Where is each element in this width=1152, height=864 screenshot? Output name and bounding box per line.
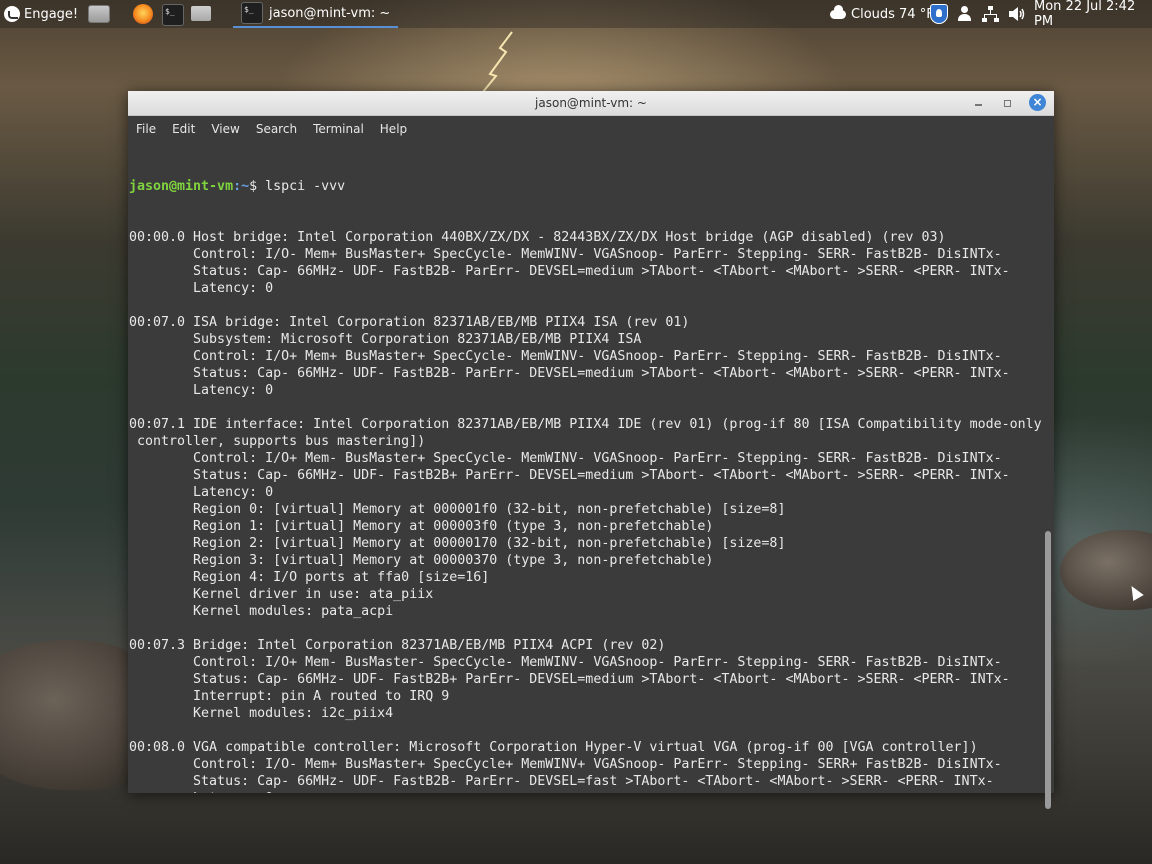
files-icon[interactable] <box>191 6 211 21</box>
close-button[interactable]: × <box>1029 94 1046 111</box>
terminal-output-line: Region 2: [virtual] Memory at 00000170 (… <box>129 536 786 551</box>
prompt-command: $ lspci -vvv <box>249 179 346 194</box>
terminal-output-line: Status: Cap- 66MHz- UDF- FastB2B+ ParErr… <box>129 468 1010 483</box>
menu-view[interactable]: View <box>203 122 247 136</box>
terminal-output-line: Control: I/O- Mem+ BusMaster+ SpecCycle+… <box>129 757 1002 772</box>
terminal-output-line: Subsystem: Microsoft Corporation 82371AB… <box>129 332 642 347</box>
terminal-output-line: controller, supports bus mastering]) <box>129 434 426 449</box>
terminal-output-line: 00:07.3 Bridge: Intel Corporation 82371A… <box>129 638 666 653</box>
terminal-output-line: Region 4: I/O ports at ffa0 [size=16] <box>129 570 490 585</box>
volume-icon[interactable] <box>1008 6 1026 22</box>
menu-file[interactable]: File <box>128 122 164 136</box>
terminal-menubar: File Edit View Search Terminal Help <box>128 116 1054 142</box>
user-icon[interactable] <box>957 6 971 22</box>
terminal-window: jason@mint-vm: ~ × File Edit View Search… <box>128 91 1054 809</box>
terminal-output-line: Control: I/O+ Mem- BusMaster+ SpecCycle-… <box>129 451 1002 466</box>
window-titlebar[interactable]: jason@mint-vm: ~ × <box>128 91 1054 116</box>
menu-terminal[interactable]: Terminal <box>305 122 372 136</box>
terminal-output-line: Status: Cap- 66MHz- UDF- FastB2B- ParErr… <box>129 366 1010 381</box>
terminal-output-line: Control: I/O+ Mem- BusMaster- SpecCycle-… <box>129 655 1002 670</box>
scrollbar-thumb[interactable] <box>1045 531 1051 809</box>
clock[interactable]: Mon 22 Jul 2:42 PM <box>1034 0 1152 29</box>
terminal-launcher-icon[interactable]: $_ <box>162 4 184 26</box>
cloud-icon <box>830 4 846 19</box>
terminal-output-line: Region 3: [virtual] Memory at 00000370 (… <box>129 553 714 568</box>
terminal-output-line: 00:08.0 VGA compatible controller: Micro… <box>129 740 978 755</box>
top-panel: Engage! $_ $_ jason@mint-vm: ~ Clouds 74… <box>0 0 1152 29</box>
terminal-output-line: 00:07.0 ISA bridge: Intel Corporation 82… <box>129 315 690 330</box>
main-menu-button[interactable]: Engage! <box>4 0 78 28</box>
terminal-output-line: Kernel driver in use: ata_piix <box>129 587 434 602</box>
mint-logo-icon <box>4 6 20 22</box>
menu-edit[interactable]: Edit <box>164 122 203 136</box>
weather-applet[interactable]: Clouds 74 °F <box>830 0 934 28</box>
terminal-output-line: Control: I/O- Mem+ BusMaster+ SpecCycle-… <box>129 247 1002 262</box>
terminal-output-line: Status: Cap- 66MHz- UDF- FastB2B+ ParErr… <box>129 672 1010 687</box>
terminal-output-line: Status: Cap- 66MHz- UDF- FastB2B- ParErr… <box>129 774 994 789</box>
terminal-output-line: 00:00.0 Host bridge: Intel Corporation 4… <box>129 230 946 245</box>
terminal-output-line: Status: Cap- 66MHz- UDF- FastB2B- ParErr… <box>129 264 1010 279</box>
prompt-user: jason@mint-vm <box>129 179 234 194</box>
firefox-icon[interactable] <box>133 4 153 24</box>
terminal-output-line: Control: I/O+ Mem+ BusMaster+ SpecCycle-… <box>129 349 1002 364</box>
taskbar-terminal-item[interactable]: $_ jason@mint-vm: ~ <box>233 0 398 28</box>
terminal-output-line: Latency: 0 <box>128 790 1042 793</box>
show-desktop-icon[interactable] <box>88 5 110 23</box>
menu-search[interactable]: Search <box>248 122 305 136</box>
shield-icon[interactable] <box>930 4 948 24</box>
terminal-output-line: Interrupt: pin A routed to IRQ 9 <box>129 689 450 704</box>
terminal-output-line: Latency: 0 <box>129 383 274 398</box>
terminal-output-line: Latency: 0 <box>129 281 274 296</box>
terminal-icon: $_ <box>241 2 263 24</box>
prompt-line: jason@mint-vm:~$ lspci -vvv <box>128 178 1042 195</box>
terminal-output[interactable]: jason@mint-vm:~$ lspci -vvv 00:00.0 Host… <box>128 144 1042 793</box>
maximize-button[interactable] <box>999 95 1015 111</box>
terminal-output-line: Region 0: [virtual] Memory at 000001f0 (… <box>129 502 786 517</box>
terminal-scrollbar[interactable] <box>1042 144 1054 809</box>
network-icon[interactable] <box>982 6 999 22</box>
menu-help[interactable]: Help <box>372 122 415 136</box>
minimize-button[interactable] <box>971 95 987 111</box>
prompt-path: :~ <box>233 179 250 194</box>
terminal-output-line: Region 1: [virtual] Memory at 000003f0 (… <box>129 519 714 534</box>
taskbar-terminal-label: jason@mint-vm: ~ <box>269 5 391 21</box>
terminal-output-line: Latency: 0 <box>129 485 274 500</box>
main-menu-label: Engage! <box>24 6 79 22</box>
wallpaper-lightning <box>477 31 513 99</box>
window-title: jason@mint-vm: ~ <box>535 96 647 110</box>
terminal-output-line: 00:07.1 IDE interface: Intel Corporation… <box>129 417 1042 432</box>
weather-label: Clouds 74 °F <box>851 6 934 22</box>
terminal-output-line: Kernel modules: pata_acpi <box>129 604 394 619</box>
terminal-output-line: Kernel modules: i2c_piix4 <box>129 706 394 721</box>
